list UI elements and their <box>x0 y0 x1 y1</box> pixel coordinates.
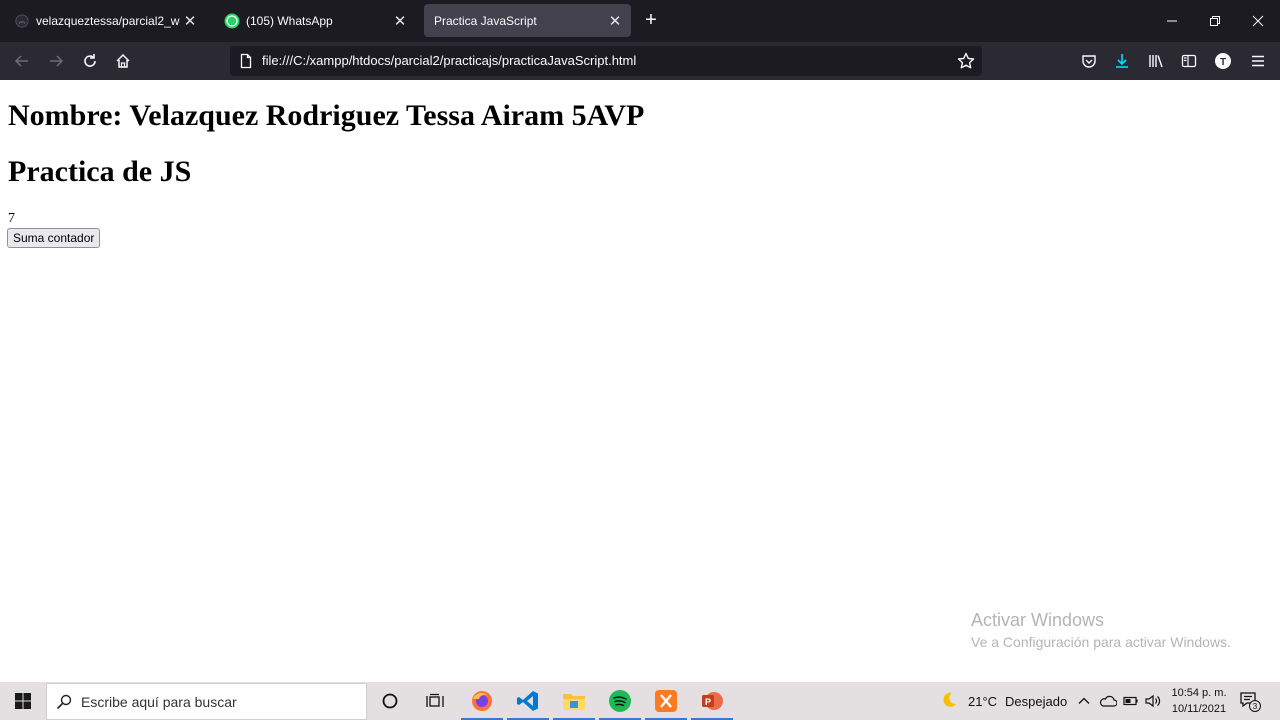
close-tab-icon[interactable]: ✕ <box>605 11 625 31</box>
spotify-icon[interactable] <box>597 682 643 720</box>
battery-icon[interactable] <box>1123 682 1139 720</box>
clock-time: 10:54 p. m. <box>1171 687 1227 699</box>
tab-whatsapp[interactable]: (105) WhatsApp ✕ <box>214 4 416 37</box>
notification-center-button[interactable]: 3 <box>1238 682 1262 720</box>
forward-button[interactable] <box>41 46 71 76</box>
heading-practice: Practica de JS <box>8 155 192 188</box>
github-icon <box>14 13 30 29</box>
sidebar-icon <box>1181 54 1197 68</box>
sum-counter-button[interactable]: Suma contador <box>7 228 101 248</box>
counter-value: 7 <box>8 211 15 226</box>
hamburger-menu-icon <box>1252 55 1264 67</box>
address-bar[interactable]: file:///C:/xampp/htdocs/parcial2/practic… <box>230 46 982 76</box>
watermark-subtitle: Ve a Configuración para activar Windows. <box>971 634 1231 650</box>
reload-icon <box>84 54 96 67</box>
downloads-button[interactable] <box>1107 46 1137 76</box>
close-tab-icon[interactable]: ✕ <box>180 11 200 31</box>
pocket-icon <box>1082 55 1096 68</box>
watermark-title: Activar Windows <box>971 610 1105 630</box>
firefox-icon[interactable] <box>459 682 505 720</box>
chevron-up-icon <box>1078 697 1090 704</box>
show-hidden-icons-button[interactable] <box>1077 682 1091 720</box>
weather-temperature: 21°C <box>968 693 998 709</box>
library-button[interactable] <box>1141 46 1171 76</box>
forward-arrow-icon <box>50 55 64 67</box>
file-explorer-icon[interactable] <box>551 682 597 720</box>
taskbar-clock[interactable]: 10:54 p. m. 10/11/2021 <box>1168 685 1230 717</box>
menu-button[interactable] <box>1243 46 1273 76</box>
onedrive-icon[interactable] <box>1099 682 1117 720</box>
tab-practica-javascript[interactable]: Practica JavaScript ✕ <box>424 4 631 37</box>
page-viewport: Nombre: Velazquez Rodriguez Tessa Airam … <box>0 80 1280 682</box>
library-icon <box>1149 55 1163 68</box>
minimize-button[interactable] <box>1150 0 1194 42</box>
search-placeholder: Escribe aquí para buscar <box>81 693 237 710</box>
tab-title: (105) WhatsApp <box>246 13 333 28</box>
start-button[interactable] <box>0 682 46 720</box>
vscode-icon[interactable] <box>505 682 551 720</box>
back-arrow-icon <box>14 55 28 67</box>
svg-text:3: 3 <box>1253 702 1258 711</box>
url-text[interactable]: file:///C:/xampp/htdocs/parcial2/practic… <box>262 53 636 68</box>
tab-strip: velazqueztessa/parcial2_web ✕ (105) What… <box>0 0 1280 42</box>
weather-description: Despejado <box>1005 693 1068 709</box>
taskbar-search-box[interactable]: Escribe aquí para buscar <box>46 683 367 720</box>
back-button[interactable] <box>7 46 37 76</box>
windows-logo-icon <box>15 693 31 709</box>
close-tab-icon[interactable]: ✕ <box>390 11 410 31</box>
page-icon <box>238 53 254 69</box>
weather-widget[interactable]: 21°C Despejado <box>940 682 1067 720</box>
whatsapp-icon <box>224 13 240 29</box>
task-view-icon[interactable] <box>412 682 458 720</box>
download-icon <box>1116 54 1128 68</box>
new-tab-button[interactable]: + <box>640 10 662 32</box>
svg-text:P: P <box>705 697 711 707</box>
notification-icon: 3 <box>1240 692 1261 712</box>
tab-github[interactable]: velazqueztessa/parcial2_web ✕ <box>4 4 206 37</box>
windows-taskbar: Escribe aquí para buscar P 21°C Despejad… <box>0 682 1280 720</box>
sidebar-button[interactable] <box>1174 46 1204 76</box>
powerpoint-icon[interactable]: P <box>689 682 735 720</box>
xampp-icon[interactable] <box>643 682 689 720</box>
home-button[interactable] <box>108 46 138 76</box>
close-window-button[interactable] <box>1236 0 1280 42</box>
volume-icon[interactable] <box>1145 682 1161 720</box>
pocket-button[interactable] <box>1074 46 1104 76</box>
moon-icon <box>940 691 960 712</box>
search-icon <box>47 694 81 710</box>
navigation-toolbar: file:///C:/xampp/htdocs/parcial2/practic… <box>0 42 1280 80</box>
account-button[interactable]: T <box>1208 46 1238 76</box>
heading-name: Nombre: Velazquez Rodriguez Tessa Airam … <box>8 99 645 132</box>
avatar-icon: T <box>1215 53 1231 69</box>
svg-text:T: T <box>1220 57 1226 68</box>
tab-title: Practica JavaScript <box>434 13 537 28</box>
tab-title: velazqueztessa/parcial2_web <box>36 13 180 28</box>
home-icon <box>116 53 130 68</box>
windows-activation-watermark: Activar Windows Ve a Configuración para … <box>971 610 1231 650</box>
restore-button[interactable] <box>1193 0 1237 42</box>
reload-button[interactable] <box>75 46 105 76</box>
bookmark-star-icon[interactable] <box>956 51 976 71</box>
cortana-icon[interactable] <box>367 682 413 720</box>
clock-date: 10/11/2021 <box>1171 703 1227 715</box>
